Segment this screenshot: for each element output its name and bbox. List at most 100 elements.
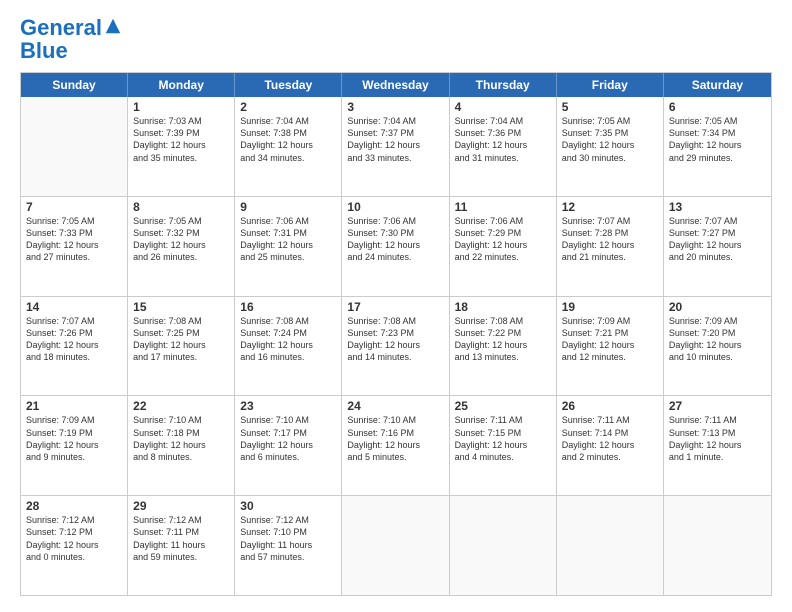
cell-info: Sunrise: 7:05 AM Sunset: 7:35 PM Dayligh…: [562, 115, 658, 164]
day-number: 21: [26, 399, 122, 413]
cell-info: Sunrise: 7:11 AM Sunset: 7:14 PM Dayligh…: [562, 414, 658, 463]
cell-info: Sunrise: 7:10 AM Sunset: 7:16 PM Dayligh…: [347, 414, 443, 463]
logo-general: General: [20, 15, 102, 40]
calendar-cell: 1Sunrise: 7:03 AM Sunset: 7:39 PM Daylig…: [128, 97, 235, 196]
day-number: 30: [240, 499, 336, 513]
day-number: 11: [455, 200, 551, 214]
day-number: 12: [562, 200, 658, 214]
calendar-cell: 5Sunrise: 7:05 AM Sunset: 7:35 PM Daylig…: [557, 97, 664, 196]
calendar-cell: [664, 496, 771, 595]
calendar-cell: 10Sunrise: 7:06 AM Sunset: 7:30 PM Dayli…: [342, 197, 449, 296]
calendar-header: SundayMondayTuesdayWednesdayThursdayFrid…: [21, 73, 771, 97]
calendar-cell: 14Sunrise: 7:07 AM Sunset: 7:26 PM Dayli…: [21, 297, 128, 396]
cell-info: Sunrise: 7:07 AM Sunset: 7:28 PM Dayligh…: [562, 215, 658, 264]
calendar-cell: 16Sunrise: 7:08 AM Sunset: 7:24 PM Dayli…: [235, 297, 342, 396]
calendar-cell: 20Sunrise: 7:09 AM Sunset: 7:20 PM Dayli…: [664, 297, 771, 396]
cell-info: Sunrise: 7:03 AM Sunset: 7:39 PM Dayligh…: [133, 115, 229, 164]
cell-info: Sunrise: 7:07 AM Sunset: 7:27 PM Dayligh…: [669, 215, 766, 264]
cell-info: Sunrise: 7:08 AM Sunset: 7:22 PM Dayligh…: [455, 315, 551, 364]
day-number: 19: [562, 300, 658, 314]
calendar-cell: 26Sunrise: 7:11 AM Sunset: 7:14 PM Dayli…: [557, 396, 664, 495]
day-number: 2: [240, 100, 336, 114]
day-number: 9: [240, 200, 336, 214]
cell-info: Sunrise: 7:04 AM Sunset: 7:37 PM Dayligh…: [347, 115, 443, 164]
calendar-row-3: 21Sunrise: 7:09 AM Sunset: 7:19 PM Dayli…: [21, 396, 771, 496]
calendar-cell: 29Sunrise: 7:12 AM Sunset: 7:11 PM Dayli…: [128, 496, 235, 595]
cell-info: Sunrise: 7:06 AM Sunset: 7:29 PM Dayligh…: [455, 215, 551, 264]
calendar-row-0: 1Sunrise: 7:03 AM Sunset: 7:39 PM Daylig…: [21, 97, 771, 197]
calendar-cell: 25Sunrise: 7:11 AM Sunset: 7:15 PM Dayli…: [450, 396, 557, 495]
calendar-cell: 12Sunrise: 7:07 AM Sunset: 7:28 PM Dayli…: [557, 197, 664, 296]
calendar-cell: 18Sunrise: 7:08 AM Sunset: 7:22 PM Dayli…: [450, 297, 557, 396]
day-number: 20: [669, 300, 766, 314]
calendar-row-2: 14Sunrise: 7:07 AM Sunset: 7:26 PM Dayli…: [21, 297, 771, 397]
calendar-cell: 11Sunrise: 7:06 AM Sunset: 7:29 PM Dayli…: [450, 197, 557, 296]
cell-info: Sunrise: 7:12 AM Sunset: 7:11 PM Dayligh…: [133, 514, 229, 563]
cell-info: Sunrise: 7:11 AM Sunset: 7:13 PM Dayligh…: [669, 414, 766, 463]
day-number: 4: [455, 100, 551, 114]
header-day-friday: Friday: [557, 73, 664, 97]
day-number: 7: [26, 200, 122, 214]
day-number: 14: [26, 300, 122, 314]
day-number: 22: [133, 399, 229, 413]
calendar-cell: 19Sunrise: 7:09 AM Sunset: 7:21 PM Dayli…: [557, 297, 664, 396]
cell-info: Sunrise: 7:11 AM Sunset: 7:15 PM Dayligh…: [455, 414, 551, 463]
cell-info: Sunrise: 7:05 AM Sunset: 7:33 PM Dayligh…: [26, 215, 122, 264]
calendar-cell: 9Sunrise: 7:06 AM Sunset: 7:31 PM Daylig…: [235, 197, 342, 296]
day-number: 13: [669, 200, 766, 214]
cell-info: Sunrise: 7:08 AM Sunset: 7:25 PM Dayligh…: [133, 315, 229, 364]
day-number: 16: [240, 300, 336, 314]
calendar-cell: 21Sunrise: 7:09 AM Sunset: 7:19 PM Dayli…: [21, 396, 128, 495]
header-day-thursday: Thursday: [450, 73, 557, 97]
calendar-cell: [557, 496, 664, 595]
cell-info: Sunrise: 7:07 AM Sunset: 7:26 PM Dayligh…: [26, 315, 122, 364]
cell-info: Sunrise: 7:04 AM Sunset: 7:38 PM Dayligh…: [240, 115, 336, 164]
calendar-cell: [450, 496, 557, 595]
calendar-cell: 8Sunrise: 7:05 AM Sunset: 7:32 PM Daylig…: [128, 197, 235, 296]
calendar-row-4: 28Sunrise: 7:12 AM Sunset: 7:12 PM Dayli…: [21, 496, 771, 595]
calendar-cell: 13Sunrise: 7:07 AM Sunset: 7:27 PM Dayli…: [664, 197, 771, 296]
day-number: 10: [347, 200, 443, 214]
day-number: 28: [26, 499, 122, 513]
header-day-monday: Monday: [128, 73, 235, 97]
day-number: 5: [562, 100, 658, 114]
header: General Blue: [20, 16, 772, 62]
logo-text: General: [20, 16, 102, 40]
calendar-cell: [342, 496, 449, 595]
cell-info: Sunrise: 7:09 AM Sunset: 7:20 PM Dayligh…: [669, 315, 766, 364]
header-day-wednesday: Wednesday: [342, 73, 449, 97]
calendar-cell: 3Sunrise: 7:04 AM Sunset: 7:37 PM Daylig…: [342, 97, 449, 196]
cell-info: Sunrise: 7:12 AM Sunset: 7:10 PM Dayligh…: [240, 514, 336, 563]
calendar-row-1: 7Sunrise: 7:05 AM Sunset: 7:33 PM Daylig…: [21, 197, 771, 297]
calendar-cell: 23Sunrise: 7:10 AM Sunset: 7:17 PM Dayli…: [235, 396, 342, 495]
day-number: 29: [133, 499, 229, 513]
page: General Blue SundayMondayTuesdayWednesda…: [0, 0, 792, 612]
calendar-cell: 15Sunrise: 7:08 AM Sunset: 7:25 PM Dayli…: [128, 297, 235, 396]
day-number: 23: [240, 399, 336, 413]
day-number: 26: [562, 399, 658, 413]
day-number: 17: [347, 300, 443, 314]
calendar-body: 1Sunrise: 7:03 AM Sunset: 7:39 PM Daylig…: [21, 97, 771, 595]
cell-info: Sunrise: 7:04 AM Sunset: 7:36 PM Dayligh…: [455, 115, 551, 164]
day-number: 15: [133, 300, 229, 314]
calendar-cell: 22Sunrise: 7:10 AM Sunset: 7:18 PM Dayli…: [128, 396, 235, 495]
header-day-saturday: Saturday: [664, 73, 771, 97]
cell-info: Sunrise: 7:12 AM Sunset: 7:12 PM Dayligh…: [26, 514, 122, 563]
day-number: 6: [669, 100, 766, 114]
cell-info: Sunrise: 7:09 AM Sunset: 7:19 PM Dayligh…: [26, 414, 122, 463]
header-day-tuesday: Tuesday: [235, 73, 342, 97]
cell-info: Sunrise: 7:08 AM Sunset: 7:24 PM Dayligh…: [240, 315, 336, 364]
day-number: 8: [133, 200, 229, 214]
calendar-cell: [21, 97, 128, 196]
cell-info: Sunrise: 7:05 AM Sunset: 7:34 PM Dayligh…: [669, 115, 766, 164]
calendar-cell: 7Sunrise: 7:05 AM Sunset: 7:33 PM Daylig…: [21, 197, 128, 296]
day-number: 27: [669, 399, 766, 413]
day-number: 24: [347, 399, 443, 413]
calendar-cell: 30Sunrise: 7:12 AM Sunset: 7:10 PM Dayli…: [235, 496, 342, 595]
cell-info: Sunrise: 7:09 AM Sunset: 7:21 PM Dayligh…: [562, 315, 658, 364]
calendar-cell: 28Sunrise: 7:12 AM Sunset: 7:12 PM Dayli…: [21, 496, 128, 595]
calendar-cell: 4Sunrise: 7:04 AM Sunset: 7:36 PM Daylig…: [450, 97, 557, 196]
cell-info: Sunrise: 7:10 AM Sunset: 7:18 PM Dayligh…: [133, 414, 229, 463]
cell-info: Sunrise: 7:05 AM Sunset: 7:32 PM Dayligh…: [133, 215, 229, 264]
calendar-cell: 27Sunrise: 7:11 AM Sunset: 7:13 PM Dayli…: [664, 396, 771, 495]
